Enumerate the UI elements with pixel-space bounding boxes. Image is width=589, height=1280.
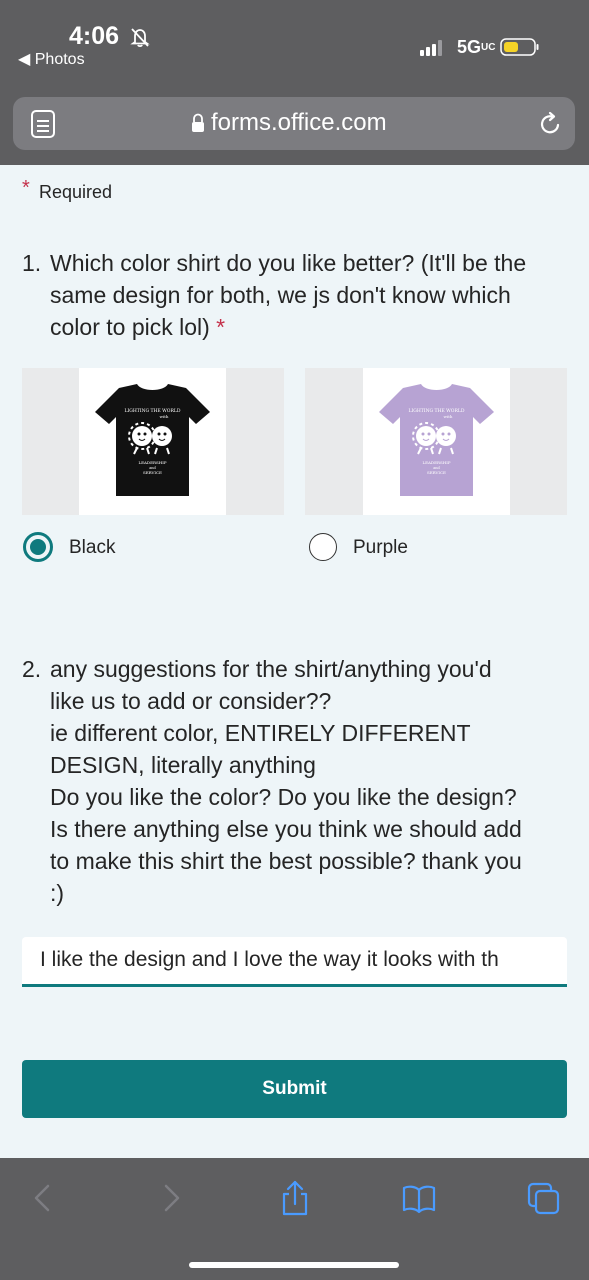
submit-button[interactable]: Submit — [22, 1060, 567, 1118]
tabs-icon[interactable] — [527, 1180, 561, 1216]
lock-icon — [192, 113, 204, 132]
shirt-text-mid: with — [160, 414, 169, 419]
bookmarks-icon[interactable] — [402, 1180, 436, 1216]
option-purple-image[interactable]: LIGHTING THE WORLD with LEADERSHIP and S… — [363, 368, 510, 515]
status-and-url-bar: 4:06 ◀ Photos 5GUC forms.office.com — [0, 0, 589, 165]
question-2-text: any suggestions for the shirt/anything y… — [50, 656, 522, 906]
shirt-text-bottom: LEADERSHIP — [422, 460, 450, 465]
question-1-title: Which color shirt do you like better? (I… — [50, 247, 580, 343]
shirt-text-top: LIGHTING THE WORLD — [125, 408, 181, 414]
black-shirt-image: LIGHTING THE WORLD with LEADERSHIP and S… — [95, 384, 210, 496]
bell-slash-icon — [130, 28, 150, 48]
answer-value[interactable]: I like the design and I love the way it … — [40, 948, 499, 972]
required-legend: Required — [39, 182, 113, 202]
question-1-required-star: * — [216, 314, 226, 340]
browser-toolbar — [0, 1158, 589, 1280]
url-text[interactable]: forms.office.com — [211, 109, 387, 137]
network-type: 5GUC — [457, 37, 496, 57]
signal-icon — [420, 40, 442, 56]
option-black-label[interactable]: Black — [69, 537, 115, 559]
back-icon[interactable] — [26, 1180, 60, 1216]
purple-shirt-image: LIGHTING THE WORLD with LEADERSHIP and S… — [379, 384, 494, 496]
option-purple-label[interactable]: Purple — [353, 537, 408, 559]
shirt-text-last: SERVICE — [427, 470, 446, 475]
share-icon[interactable] — [278, 1180, 312, 1216]
clock: 4:06 — [69, 22, 120, 50]
battery-icon — [500, 38, 539, 56]
form-body: * Required 1. Which color shirt do you l… — [0, 165, 589, 1158]
radio-purple[interactable] — [309, 533, 337, 561]
shirt-text-last: SERVICE — [143, 470, 162, 475]
question-1-number: 1. — [22, 250, 42, 276]
question-2-answer-input[interactable]: I like the design and I love the way it … — [22, 937, 567, 987]
question-1-text: Which color shirt do you like better? (I… — [50, 250, 527, 340]
address-bar[interactable]: forms.office.com — [13, 97, 575, 150]
shirt-text-top: LIGHTING THE WORLD — [409, 408, 465, 414]
option-black-image[interactable]: LIGHTING THE WORLD with LEADERSHIP and S… — [79, 368, 226, 515]
forward-icon[interactable] — [154, 1180, 188, 1216]
radio-black-selected[interactable] — [23, 532, 53, 562]
back-to-photos-link[interactable]: ◀ Photos — [18, 49, 85, 69]
home-indicator[interactable] — [189, 1262, 399, 1268]
question-2-number: 2. — [22, 656, 42, 682]
shirt-text-bottom: LEADERSHIP — [138, 460, 166, 465]
reader-icon[interactable] — [30, 109, 56, 139]
reload-icon[interactable] — [537, 111, 563, 137]
required-star: * — [22, 177, 30, 199]
shirt-text-mid: with — [444, 414, 453, 419]
option-black-image-panel[interactable]: LIGHTING THE WORLD with LEADERSHIP and S… — [22, 368, 284, 515]
network-sub: UC — [481, 42, 496, 54]
option-purple-image-panel[interactable]: LIGHTING THE WORLD with LEADERSHIP and S… — [305, 368, 567, 515]
